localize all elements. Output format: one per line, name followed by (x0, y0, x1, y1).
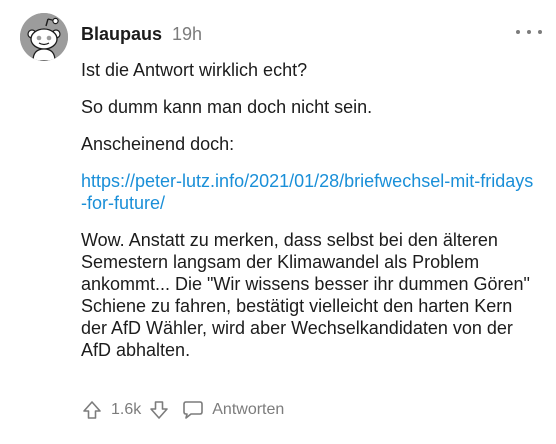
snoo-icon (20, 13, 68, 61)
comment: Blaupaus 19h Ist die Antwort wirklich ec… (0, 0, 556, 444)
reply-button[interactable]: Antworten (182, 399, 284, 421)
comment-paragraph: So dumm kann man doch nicht sein. (81, 97, 373, 117)
dot (516, 30, 520, 34)
author-name[interactable]: Blaupaus (81, 24, 162, 45)
reply-label: Antworten (212, 401, 285, 418)
comment-paragraph: Ist die Antwort wirklich echt? (81, 60, 308, 80)
external-link[interactable]: https://peter-lutz.info/2021/01/28/brief… (81, 171, 533, 213)
speech-bubble-icon (182, 399, 204, 421)
downvote-arrow-icon[interactable] (148, 399, 170, 421)
comment-body: Ist die Antwort wirklich echt? So dumm k… (81, 59, 536, 376)
more-options-icon[interactable] (516, 24, 542, 40)
comment-header: Blaupaus 19h (81, 24, 202, 46)
comment-actions: 1.6k Antworten (81, 399, 284, 421)
dot (538, 30, 542, 34)
upvote-arrow-icon[interactable] (81, 399, 103, 421)
link-paragraph: https://peter-lutz.info/2021/01/28/brief… (81, 170, 536, 214)
comment-paragraph: Wow. Anstatt zu merken, dass selbst bei … (81, 230, 530, 360)
dot (527, 30, 531, 34)
comment-timestamp[interactable]: 19h (172, 24, 202, 45)
avatar[interactable] (20, 13, 68, 61)
vote-count: 1.6k (111, 401, 142, 418)
comment-paragraph: Anscheinend doch: (81, 134, 235, 154)
